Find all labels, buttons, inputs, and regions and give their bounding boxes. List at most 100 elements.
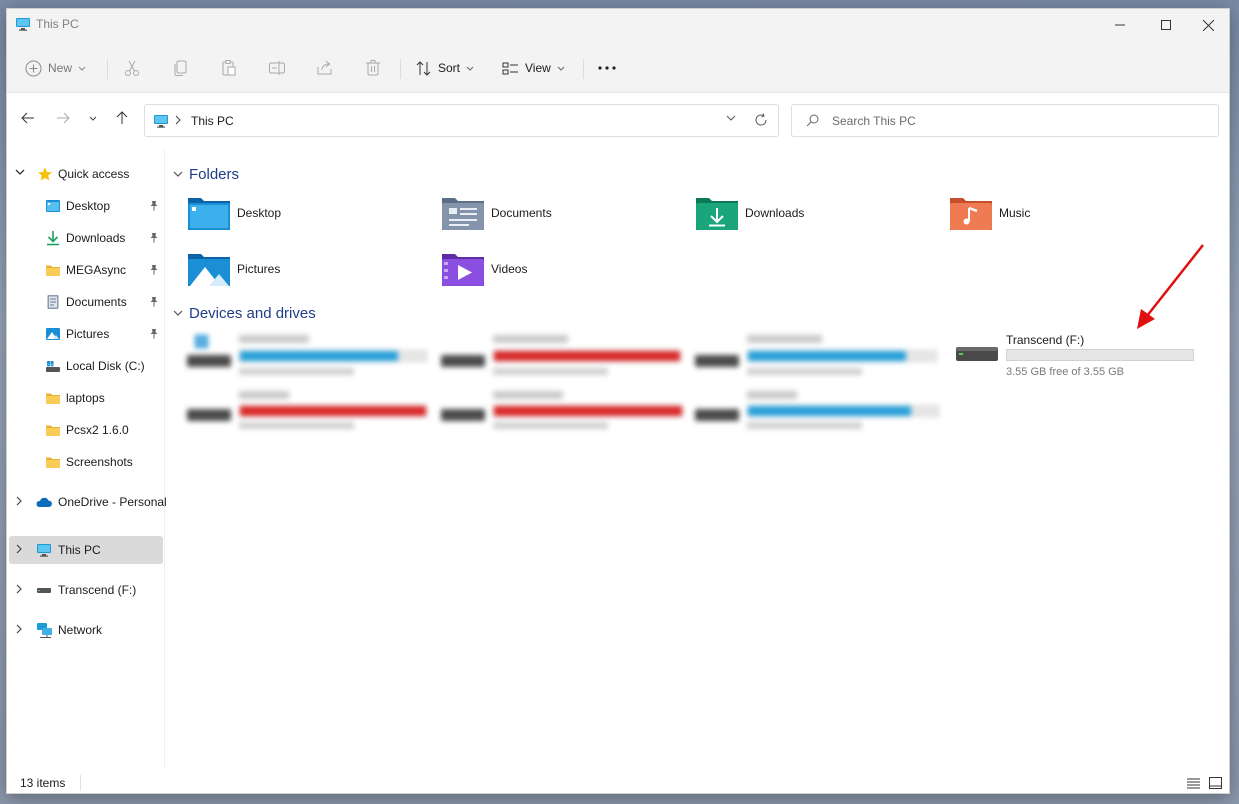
search-box[interactable] bbox=[791, 104, 1219, 137]
pin-icon bbox=[150, 233, 158, 243]
refresh-icon[interactable] bbox=[754, 113, 768, 127]
download-icon bbox=[47, 231, 59, 246]
sidebar-item-local-disk[interactable]: Local Disk (C:) bbox=[9, 352, 163, 380]
drive-redacted-3[interactable] bbox=[695, 333, 945, 385]
drive-icon bbox=[695, 355, 739, 367]
devices-section-header[interactable]: Devices and drives bbox=[173, 305, 316, 322]
folder-desktop[interactable]: Desktop bbox=[187, 195, 437, 239]
chevron-right-icon[interactable] bbox=[15, 624, 23, 634]
arrow-up-icon bbox=[116, 111, 128, 124]
folders-section-header[interactable]: Folders bbox=[173, 166, 239, 183]
sidebar-item-pcsx2[interactable]: Pcsx2 1.6.0 bbox=[9, 416, 163, 444]
trash-icon bbox=[366, 60, 380, 76]
sidebar-item-label: Desktop bbox=[66, 199, 111, 213]
sidebar-item-label: Screenshots bbox=[66, 455, 133, 469]
chevron-right-icon[interactable] bbox=[15, 496, 23, 506]
back-button[interactable] bbox=[17, 107, 39, 129]
sidebar-item-onedrive[interactable]: OneDrive - Personal bbox=[9, 488, 167, 516]
recent-locations-button[interactable] bbox=[82, 107, 104, 129]
up-button[interactable] bbox=[111, 107, 133, 129]
star-icon bbox=[38, 167, 52, 181]
usage-bar bbox=[239, 405, 427, 417]
more-options-button[interactable] bbox=[597, 55, 617, 81]
folder-videos[interactable]: Videos bbox=[441, 251, 691, 295]
drive-transcend[interactable]: Transcend (F:) 3.55 GB free of 3.55 GB bbox=[949, 333, 1199, 385]
folder-downloads[interactable]: Downloads bbox=[695, 195, 945, 239]
chevron-down-icon[interactable] bbox=[726, 115, 736, 121]
chevron-down-icon bbox=[173, 171, 183, 177]
folder-name: Downloads bbox=[745, 206, 805, 220]
section-title: Folders bbox=[189, 166, 240, 183]
sidebar-item-screenshots[interactable]: Screenshots bbox=[9, 448, 163, 476]
view-button[interactable]: View bbox=[502, 55, 565, 81]
redacted-text bbox=[747, 368, 862, 375]
sidebar-item-pictures[interactable]: Pictures bbox=[9, 320, 163, 348]
share-button[interactable] bbox=[316, 55, 334, 81]
sidebar-item-transcend[interactable]: Transcend (F:) bbox=[9, 576, 163, 604]
new-button[interactable]: New bbox=[25, 55, 86, 81]
maximize-button[interactable] bbox=[1143, 9, 1189, 41]
cut-button[interactable] bbox=[123, 55, 141, 81]
address-bar[interactable]: This PC bbox=[144, 104, 779, 137]
rename-icon bbox=[269, 61, 285, 75]
drive-icon bbox=[441, 409, 485, 421]
sidebar-item-network[interactable]: Network bbox=[9, 616, 163, 644]
music-folder-icon bbox=[950, 198, 992, 230]
sidebar-item-label: laptops bbox=[66, 391, 105, 405]
section-title: Devices and drives bbox=[189, 305, 316, 322]
sidebar-item-laptops[interactable]: laptops bbox=[9, 384, 163, 412]
chevron-down-icon bbox=[89, 116, 97, 121]
sidebar-item-megasync[interactable]: MEGAsync bbox=[9, 256, 163, 284]
drive-icon bbox=[441, 355, 485, 367]
forward-button[interactable] bbox=[52, 107, 74, 129]
folder-name: Desktop bbox=[237, 206, 282, 220]
folder-name: Pictures bbox=[237, 262, 281, 276]
drive-redacted-1[interactable] bbox=[187, 333, 437, 385]
folder-documents[interactable]: Documents bbox=[441, 195, 691, 239]
breadcrumb[interactable]: This PC bbox=[191, 114, 234, 128]
status-divider bbox=[80, 775, 81, 791]
search-icon bbox=[806, 114, 819, 127]
sidebar-item-label: OneDrive - Personal bbox=[58, 495, 167, 509]
chevron-down-icon[interactable] bbox=[15, 168, 25, 176]
details-view-icon[interactable] bbox=[1187, 778, 1200, 789]
plus-circle-icon bbox=[25, 60, 42, 76]
drive-redacted-6[interactable] bbox=[695, 389, 945, 441]
folder-music[interactable]: Music bbox=[949, 195, 1199, 239]
sort-button[interactable]: Sort bbox=[415, 55, 474, 81]
rename-button[interactable] bbox=[268, 55, 286, 81]
chevron-down-icon bbox=[173, 310, 183, 316]
large-icons-view-icon[interactable] bbox=[1209, 777, 1222, 789]
usb-drive-icon bbox=[956, 347, 998, 361]
this-pc-icon bbox=[154, 115, 168, 128]
pictures-icon bbox=[46, 328, 60, 340]
sidebar-item-this-pc[interactable]: This PC bbox=[9, 536, 163, 564]
pin-icon bbox=[150, 201, 158, 211]
usage-bar bbox=[493, 350, 681, 362]
sidebar-item-label: Quick access bbox=[58, 167, 130, 181]
scissors-icon bbox=[125, 60, 139, 76]
maximize-icon bbox=[1161, 20, 1171, 30]
sidebar-item-quick-access[interactable]: Quick access bbox=[9, 160, 163, 188]
close-button[interactable] bbox=[1185, 9, 1229, 41]
paste-button[interactable] bbox=[220, 55, 238, 81]
copy-icon bbox=[174, 60, 187, 76]
drive-redacted-5[interactable] bbox=[441, 389, 691, 441]
drive-redacted-4[interactable] bbox=[187, 389, 437, 441]
sidebar-item-desktop[interactable]: Desktop bbox=[9, 192, 163, 220]
search-input[interactable] bbox=[830, 112, 1190, 130]
delete-button[interactable] bbox=[364, 55, 382, 81]
chevron-right-icon bbox=[175, 115, 181, 125]
chevron-down-icon bbox=[78, 66, 86, 71]
minimize-button[interactable] bbox=[1097, 9, 1143, 41]
copy-button[interactable] bbox=[172, 55, 190, 81]
sidebar-item-documents[interactable]: Documents bbox=[9, 288, 163, 316]
folder-pictures[interactable]: Pictures bbox=[187, 251, 437, 295]
drive-redacted-2[interactable] bbox=[441, 333, 691, 385]
drive-free-space: 3.55 GB free of 3.55 GB bbox=[1006, 366, 1125, 378]
chevron-right-icon[interactable] bbox=[15, 544, 23, 554]
desktop-icon bbox=[46, 200, 60, 212]
sidebar-item-downloads[interactable]: Downloads bbox=[9, 224, 163, 252]
sort-label: Sort bbox=[438, 61, 461, 75]
chevron-right-icon[interactable] bbox=[15, 584, 23, 594]
